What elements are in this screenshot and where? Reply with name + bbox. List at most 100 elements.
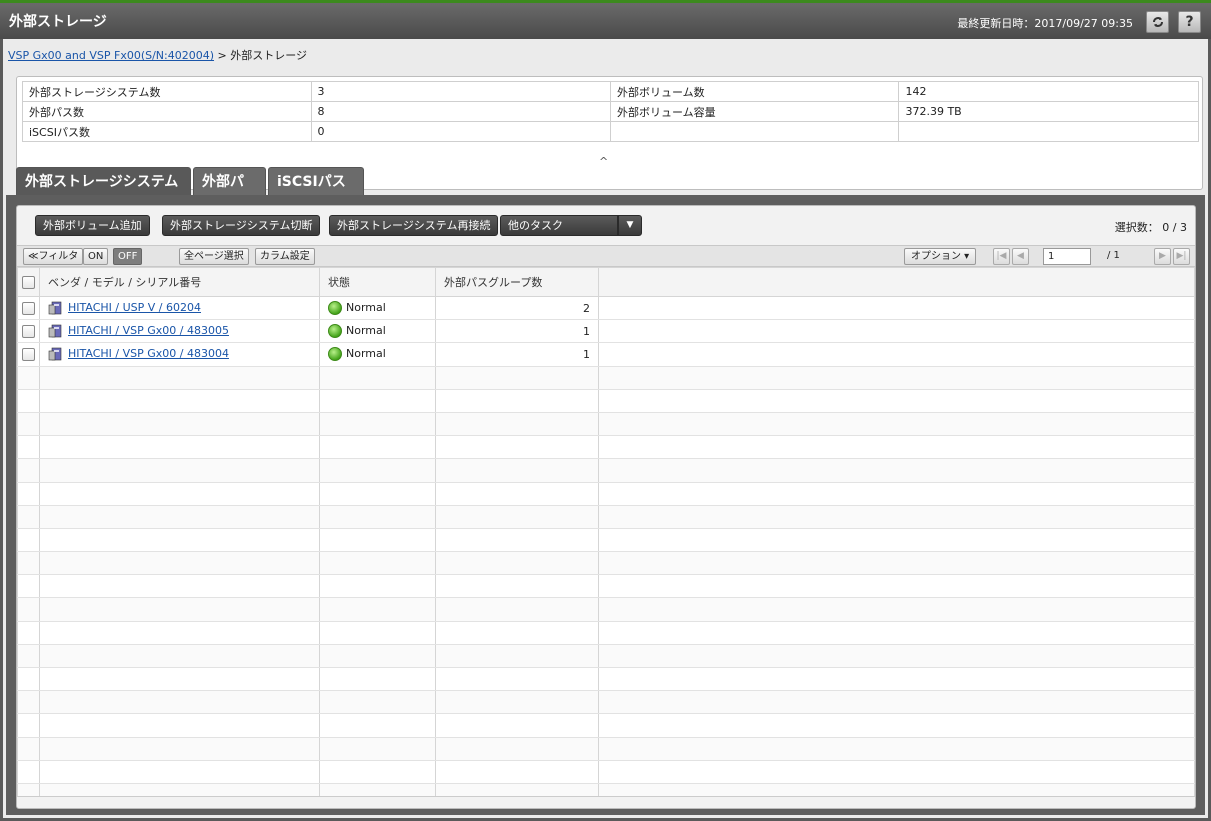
column-header-path-groups[interactable]: 外部パスグループ数 [435,267,599,297]
table-header-row: ベンダ / モデル / シリアル番号 状態 外部パスグループ数 [17,267,1195,297]
empty-table-row [17,366,1195,390]
summary-table: 外部ストレージシステム数 3 外部ボリューム数 142 外部パス数 8 外部ボリ… [22,81,1199,142]
last-page-icon: ▶| [1176,251,1187,261]
path-groups-cell: 2 [435,296,599,321]
status-cell: Normal [319,342,436,367]
empty-cell [319,528,436,553]
empty-cell [39,574,320,599]
summary-value: 372.39 TB [898,101,1199,122]
first-page-button[interactable]: |◀ [993,248,1010,265]
empty-cell [435,435,599,460]
empty-cell [39,389,320,413]
prev-page-button[interactable]: ◀ [1012,248,1029,265]
empty-cell [319,458,436,483]
empty-cell [39,528,320,553]
summary-value [898,121,1199,142]
empty-cell [17,435,40,460]
empty-cell [319,597,436,622]
empty-cell [39,621,320,645]
tab-external-paths[interactable]: 外部パス [193,167,266,218]
status-cell: Normal [319,296,436,321]
summary-row: 外部パス数 8 外部ボリューム容量 372.39 TB [22,101,1199,122]
empty-table-row [17,783,1195,796]
tab-iscsi-paths[interactable]: iSCSIパス [268,167,364,195]
select-all-checkbox[interactable] [22,275,35,289]
filter-on-button[interactable]: ON [83,248,109,265]
summary-label: 外部ボリューム容量 [609,101,900,122]
empty-cell [319,737,436,761]
help-button[interactable]: ? [1178,11,1201,33]
storage-system-link[interactable]: HITACHI / VSP Gx00 / 483005 [68,324,229,337]
empty-cell [435,458,599,483]
column-header-status[interactable]: 状態 [319,267,436,297]
vendor-cell: HITACHI / USP V / 60204 [39,296,320,321]
status-normal-icon [328,347,342,362]
empty-cell [319,783,436,796]
summary-row: iSCSIパス数 0 [22,121,1199,142]
empty-cell [598,713,1195,738]
empty-table-row [17,690,1195,715]
options-button[interactable]: オプション ▾ [904,248,977,265]
empty-cell [17,389,40,413]
storage-system-icon [48,301,62,315]
tab-content: 外部ボリューム追加 外部ストレージシステム切断 外部ストレージシステム再接続 他… [6,195,1205,815]
disconnect-storage-button[interactable]: 外部ストレージシステム切断 [162,215,321,236]
storage-system-link[interactable]: HITACHI / USP V / 60204 [68,301,201,314]
filter-toggle-button[interactable]: ≪フィルタ [23,248,84,265]
empty-table-row [17,644,1195,669]
empty-cell [598,296,1195,321]
table-row: HITACHI / VSP Gx00 / 483005 Normal 1 [17,319,1195,344]
collapse-summary-button[interactable]: ^ [599,155,608,168]
empty-table-row [17,389,1195,413]
path-groups-cell: 1 [435,319,599,344]
empty-cell [39,412,320,437]
add-external-volume-button[interactable]: 外部ボリューム追加 [35,215,150,236]
refresh-button[interactable] [1146,11,1169,33]
last-page-button[interactable]: ▶| [1173,248,1190,265]
empty-cell [598,760,1195,784]
row-checkbox[interactable] [22,348,35,362]
empty-cell [319,644,436,669]
tab-external-storage-systems[interactable]: 外部ストレージシステム [16,167,191,195]
page-total: / 1 [1107,250,1120,261]
empty-cell [435,737,599,761]
empty-cell [319,621,436,645]
empty-cell [17,482,40,506]
summary-label [609,121,900,142]
more-tasks-dropdown[interactable]: ▼ [618,215,642,236]
column-settings-button[interactable]: カラム設定 [255,248,315,265]
breadcrumb: VSP Gx00 and VSP Fx00(S/N:402004) > 外部スト… [8,47,307,63]
empty-cell [17,412,40,437]
empty-cell [39,713,320,738]
empty-cell [598,737,1195,761]
more-tasks-button[interactable]: 他のタスク [500,215,618,236]
breadcrumb-link-storage[interactable]: VSP Gx00 and VSP Fx00(S/N:402004) [8,49,214,62]
page-title: 外部ストレージ [9,14,107,30]
empty-table-row [17,551,1195,576]
storage-system-link[interactable]: HITACHI / VSP Gx00 / 483004 [68,347,229,360]
storage-system-icon [48,324,62,338]
summary-row: 外部ストレージシステム数 3 外部ボリューム数 142 [22,81,1199,102]
table-toolbar: ≪フィルタ ON OFF 全ページ選択 カラム設定 オプション ▾ |◀ ◀ 1… [17,245,1195,267]
select-all-pages-button[interactable]: 全ページ選択 [179,248,249,265]
page-number-input[interactable]: 1 [1043,248,1091,265]
empty-cell [319,505,436,529]
next-page-button[interactable]: ▶ [1154,248,1171,265]
column-header-vendor[interactable]: ベンダ / モデル / シリアル番号 [39,267,320,297]
storage-system-icon [48,348,62,361]
row-checkbox[interactable] [22,325,35,339]
row-checkbox[interactable] [22,301,35,315]
filter-off-button[interactable]: OFF [113,248,143,265]
empty-cell [17,505,40,529]
empty-table-row [17,528,1195,553]
table-panel: 外部ボリューム追加 外部ストレージシステム切断 外部ストレージシステム再接続 他… [16,205,1196,809]
reconnect-storage-button[interactable]: 外部ストレージシステム再接続 [329,215,499,236]
empty-cell [39,783,320,796]
empty-table-row [17,621,1195,645]
path-groups-cell: 1 [435,342,599,367]
empty-cell [435,713,599,738]
status-normal-icon [328,324,342,339]
empty-table-row [17,482,1195,506]
empty-cell [598,482,1195,506]
empty-cell [435,412,599,437]
